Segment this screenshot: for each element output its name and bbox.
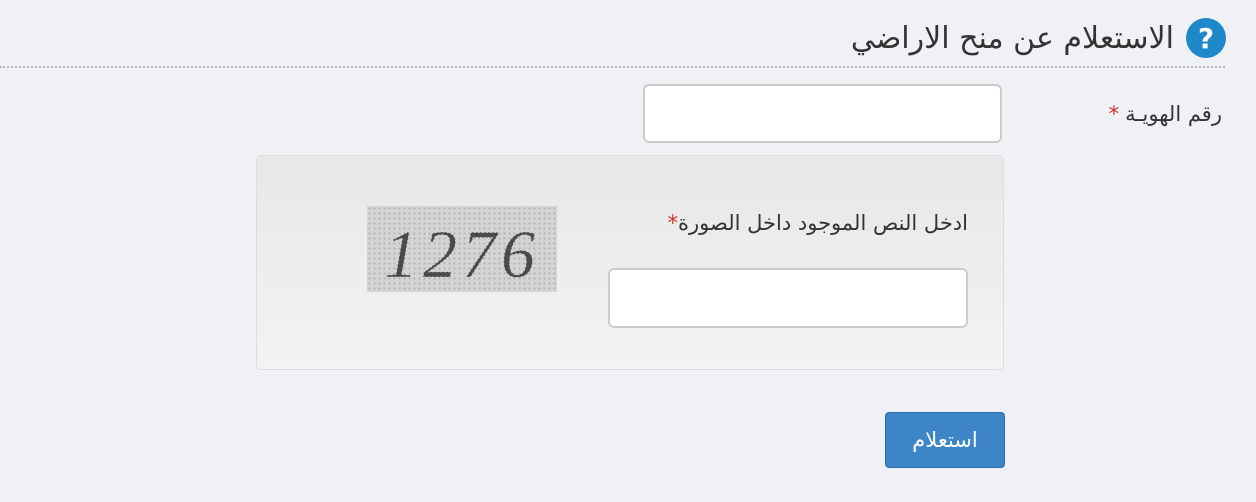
question-circle-icon[interactable]: ? <box>1186 18 1226 58</box>
id-number-label-text: رقم الهويـة <box>1125 102 1222 126</box>
captcha-panel: ادخل النص الموجود داخل الصورة* 1276 <box>256 155 1004 370</box>
required-mark: * <box>1108 102 1120 126</box>
required-mark: * <box>667 211 679 235</box>
captcha-input[interactable] <box>608 268 968 328</box>
page-header: ? الاستعلام عن منح الاراضي <box>0 10 1226 66</box>
captcha-image-text: 1276 <box>384 216 540 292</box>
page-title: الاستعلام عن منح الاراضي <box>850 20 1174 56</box>
captcha-label: ادخل النص الموجود داخل الصورة* <box>668 211 968 235</box>
id-number-label: رقم الهويـة* <box>1109 102 1222 126</box>
submit-button[interactable]: استعلام <box>885 412 1005 468</box>
id-number-input[interactable] <box>643 84 1002 143</box>
captcha-label-text: ادخل النص الموجود داخل الصورة <box>678 211 968 235</box>
page: ? الاستعلام عن منح الاراضي رقم الهويـة* … <box>0 0 1256 502</box>
captcha-image: 1276 <box>367 206 557 292</box>
header-divider <box>0 66 1225 68</box>
